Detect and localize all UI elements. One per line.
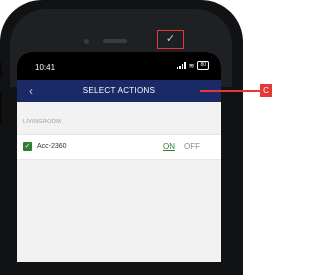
front-camera [84, 39, 89, 44]
on-option[interactable]: ON [163, 142, 175, 151]
off-option[interactable]: OFF [184, 142, 200, 151]
callout-label: C [260, 84, 272, 97]
page-title: SELECT ACTIONS [82, 86, 156, 95]
callout-line [200, 90, 260, 92]
checkmark-icon: ✓ [165, 33, 176, 45]
section-label: LIVINGROOM [23, 119, 62, 125]
battery-icon: 80 [197, 61, 209, 70]
device-checkbox[interactable]: ✓ [23, 142, 32, 151]
phone-screen: 10:41 ≋ 80 ‹ SELECT ACTIONS LIVINGROOM ✓… [17, 52, 221, 262]
earpiece-speaker [103, 39, 127, 43]
phone-frame: 10:41 ≋ 80 ‹ SELECT ACTIONS LIVINGROOM ✓… [0, 0, 243, 275]
confirm-button[interactable]: ✓ [157, 30, 184, 49]
app-bar: ‹ SELECT ACTIONS [17, 80, 221, 102]
signal-icon [176, 62, 186, 69]
phone-side-button [0, 62, 2, 78]
status-time: 10:41 [35, 63, 56, 72]
phone-volume-button [0, 92, 2, 124]
device-name: Acc-2360 [37, 143, 67, 150]
device-row: ✓ Acc-2360 ON OFF [17, 134, 221, 160]
status-bar: 10:41 ≋ 80 [17, 52, 221, 80]
wifi-icon: ≋ [188, 62, 195, 70]
status-icons: ≋ 80 [176, 61, 209, 70]
